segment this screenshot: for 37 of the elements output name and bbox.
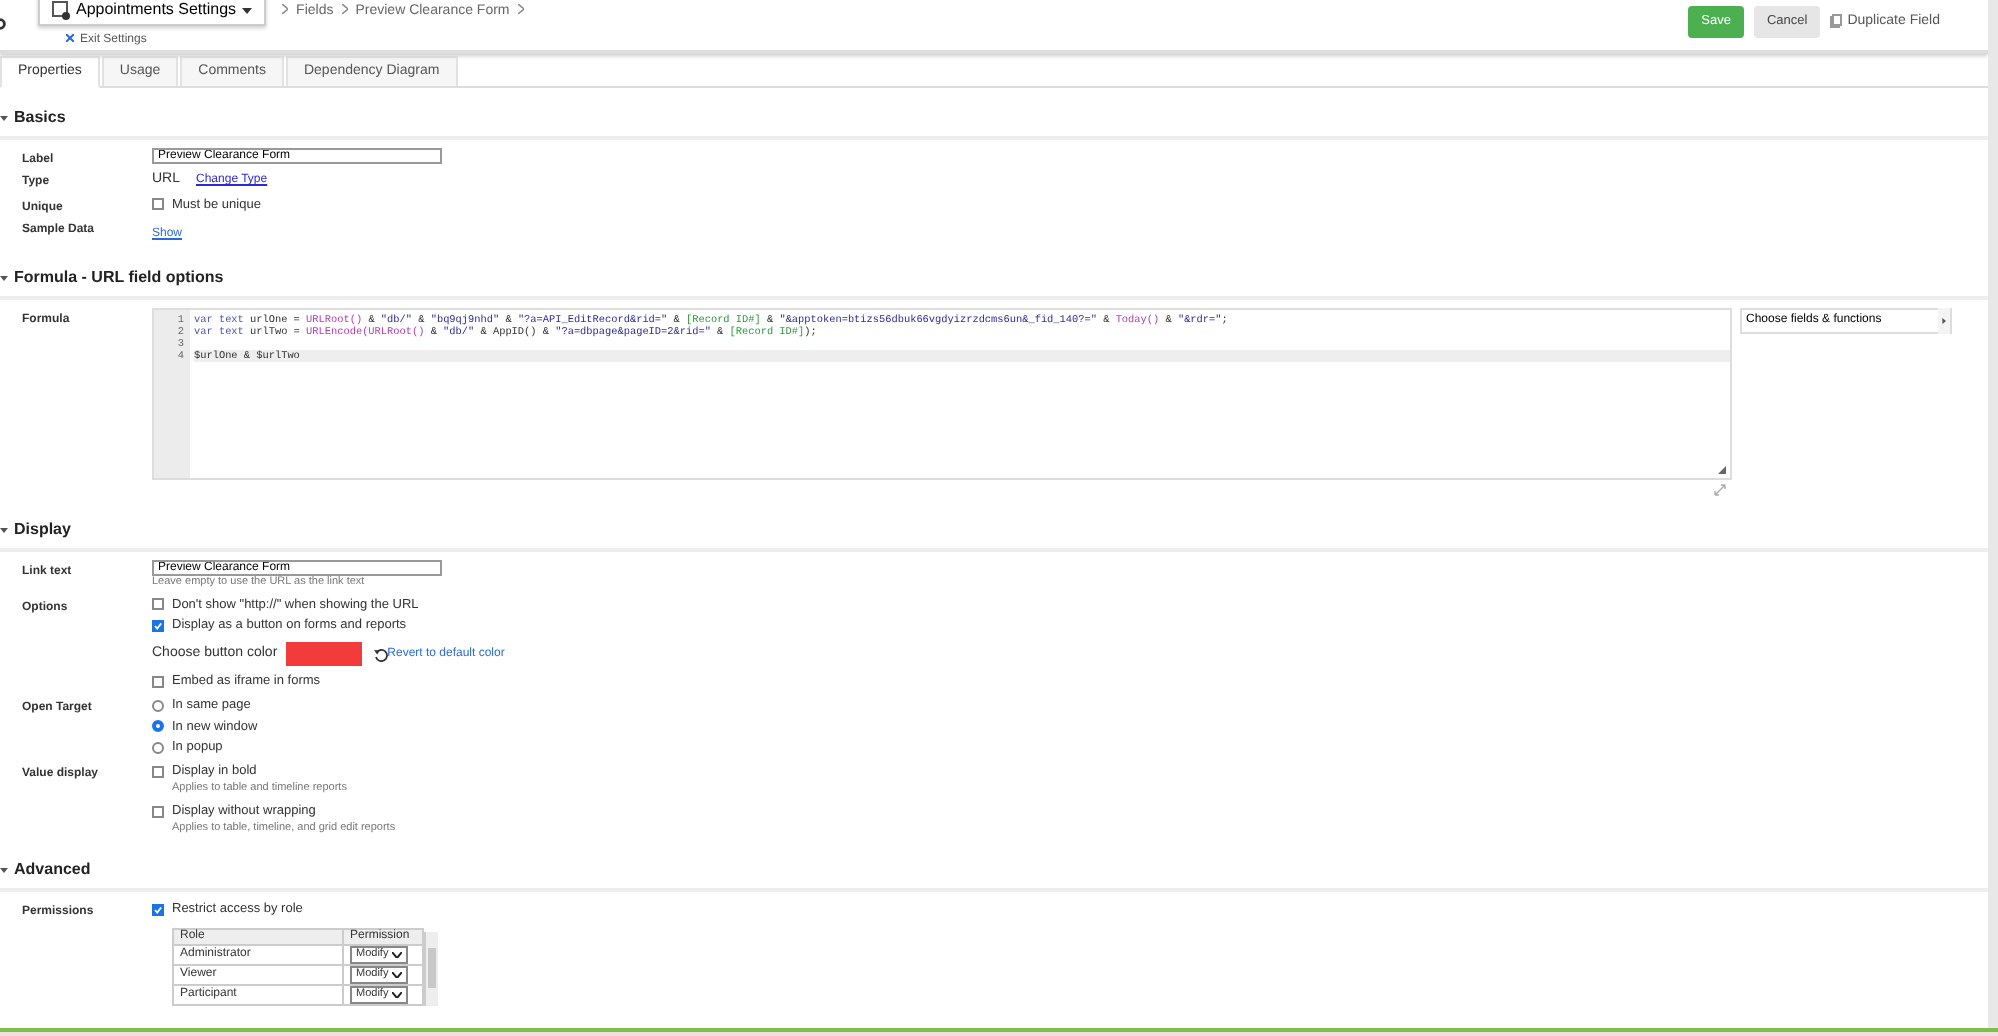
chevron-right-icon [517, 4, 524, 14]
resize-grip-icon [1718, 466, 1726, 475]
radio-button[interactable] [152, 742, 164, 755]
caret-icon [392, 971, 403, 978]
checkbox[interactable] [152, 805, 164, 818]
section-title: Display [14, 518, 71, 543]
caret-right-icon [1938, 308, 1950, 335]
section-title: Formula - URL field options [14, 266, 224, 291]
section-title: Advanced [14, 858, 91, 882]
checkbox[interactable] [152, 765, 164, 778]
checkbox[interactable] [152, 198, 164, 211]
color-swatch[interactable] [285, 642, 362, 666]
copy-icon [1829, 14, 1842, 29]
undo-icon [373, 647, 388, 661]
checkbox[interactable] [152, 675, 164, 688]
scrollbar[interactable] [424, 931, 438, 1006]
caret-down-icon[interactable] [0, 526, 8, 535]
chevron-right-icon [282, 4, 289, 14]
section-title: Basics [14, 106, 66, 130]
checkbox[interactable] [152, 903, 164, 916]
calendar-gear-icon [52, 0, 70, 20]
caret-icon [392, 991, 403, 998]
checkbox[interactable] [152, 620, 164, 633]
app-menu-button[interactable]: Appointments Settings [38, 0, 267, 26]
check-icon [154, 905, 162, 914]
caret-down-icon[interactable] [0, 114, 8, 122]
caret-icon [392, 951, 403, 958]
caret-icon [242, 7, 253, 13]
caret-down-icon[interactable] [0, 274, 8, 283]
check-icon [154, 622, 162, 631]
close-icon [66, 34, 74, 43]
radio-button[interactable] [152, 720, 164, 733]
caret-down-icon[interactable] [0, 866, 8, 874]
chevron-right-icon [341, 4, 348, 14]
expand-icon [1714, 484, 1726, 497]
radio-button[interactable] [152, 699, 164, 712]
checkbox[interactable] [152, 598, 164, 611]
